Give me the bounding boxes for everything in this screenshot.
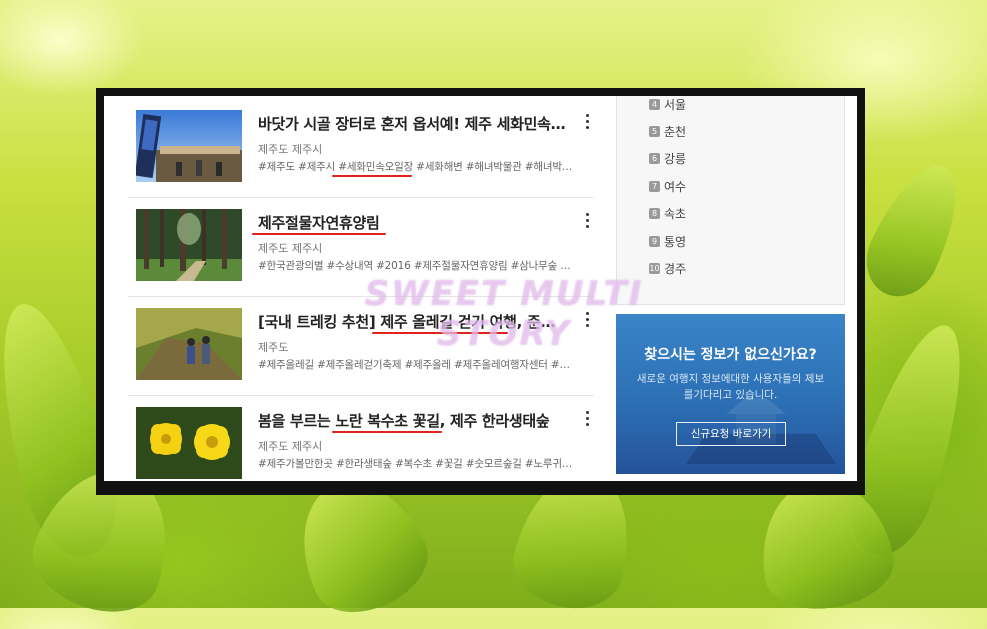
- screenshot-content: 바닷가 시골 장터로 혼저 옵서예! 제주 세화민속… 제주도 제주시 #제주도…: [104, 96, 857, 481]
- rank-number: 4: [649, 99, 660, 110]
- trekking-thumbnail[interactable]: [136, 308, 242, 380]
- new-request-button[interactable]: 신규요청 바로가기: [676, 422, 786, 446]
- forest-thumbnail[interactable]: [136, 209, 242, 281]
- rank-number: 8: [649, 208, 660, 219]
- more-options-icon[interactable]: [580, 210, 594, 232]
- more-options-icon[interactable]: [580, 111, 594, 133]
- ranking-item[interactable]: 5 춘천: [649, 123, 686, 140]
- flower-thumbnail[interactable]: [136, 407, 242, 479]
- watermark: SWEET MULTI STORY: [364, 274, 644, 354]
- item-tags: #한국관광의별 #수상내역 #2016 #제주절물자연휴양림 #삼나무숲 #…: [258, 260, 578, 272]
- item-tags: #제주올레길 #제주올레걷기축제 #제주올레 #제주올레여행자센터 #…: [258, 359, 570, 371]
- item-location: 제주도 제주시: [258, 143, 323, 156]
- rank-label: 여수: [664, 180, 687, 194]
- ranking-item[interactable]: 8 속초: [649, 205, 686, 222]
- rank-number: 6: [649, 153, 660, 164]
- banner-description: 새로운 여행지 정보에대한 사용자들의 제보를기다리고 있습니다.: [636, 373, 825, 401]
- divider: [128, 197, 594, 198]
- item-location: 제주도: [258, 341, 289, 354]
- ranking-item[interactable]: 6 강릉: [649, 150, 686, 167]
- more-options-icon[interactable]: [580, 408, 594, 430]
- rank-label: 통영: [664, 235, 687, 249]
- rank-label: 강릉: [664, 152, 687, 166]
- list-item[interactable]: 봄을 부르는 노란 복수초 꽃길, 제주 한라생태숲 제주도 제주시 #제주가볼…: [128, 398, 594, 481]
- ranking-item[interactable]: 7 여수: [649, 178, 686, 195]
- list-item[interactable]: 바닷가 시골 장터로 혼저 옵서예! 제주 세화민속… 제주도 제주시 #제주도…: [128, 101, 594, 197]
- divider: [128, 395, 594, 396]
- item-title[interactable]: 봄을 부르는 노란 복수초 꽃길, 제주 한라생태숲: [258, 410, 568, 431]
- rank-number: 9: [649, 236, 660, 247]
- rank-label: 서울: [664, 98, 687, 112]
- item-tags: #제주가볼만한곳 #한라생태숲 #복수초 #꽃길 #숫모르숲길 #노루귀…: [258, 458, 573, 470]
- item-title[interactable]: 제주절물자연휴양림: [258, 212, 568, 233]
- highlight-underline: [332, 175, 412, 177]
- rank-number: 7: [649, 181, 660, 192]
- rank-number: 5: [649, 126, 660, 137]
- item-location: 제주도 제주시: [258, 242, 323, 255]
- highlight-underline: [332, 431, 442, 433]
- item-location: 제주도 제주시: [258, 440, 323, 453]
- ranking-item[interactable]: 9 통영: [649, 233, 686, 250]
- rank-label: 춘천: [664, 125, 687, 139]
- ranking-item[interactable]: 4 서울: [649, 96, 686, 113]
- market-thumbnail[interactable]: [136, 110, 242, 182]
- rank-number: 10: [649, 263, 660, 274]
- screenshot-frame: 바닷가 시골 장터로 혼저 옵서예! 제주 세화민속… 제주도 제주시 #제주도…: [96, 88, 865, 495]
- item-tags: #제주도 #제주시 #세화민속오일장 #세화해변 #해녀박물관 #해녀박…: [258, 161, 573, 173]
- item-title[interactable]: 바닷가 시골 장터로 혼저 옵서예! 제주 세화민속…: [258, 113, 568, 134]
- highlight-underline: [252, 233, 386, 235]
- rank-label: 속초: [664, 207, 687, 221]
